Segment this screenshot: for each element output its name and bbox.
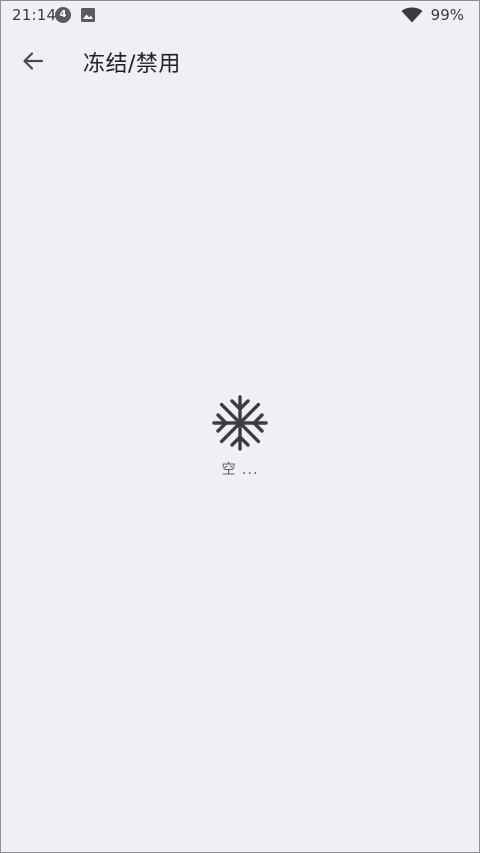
page-title: 冻结/禁用	[83, 52, 181, 77]
app-screen: 21:14 4 99% 冻结/禁用 空 ...	[0, 0, 480, 853]
notification-count-badge: 4	[55, 7, 71, 23]
battery-level: 99%	[430, 6, 464, 24]
image-icon	[80, 7, 96, 23]
back-button[interactable]	[13, 41, 53, 81]
empty-state: 空 ...	[1, 393, 479, 479]
arrow-back-icon	[23, 52, 44, 70]
app-bar: 冻结/禁用	[1, 29, 479, 93]
status-time: 21:14	[12, 6, 57, 24]
empty-message: 空 ...	[221, 462, 259, 478]
snowflake-icon	[212, 395, 268, 451]
wifi-icon	[401, 7, 423, 23]
status-bar: 21:14 4 99%	[1, 1, 479, 29]
